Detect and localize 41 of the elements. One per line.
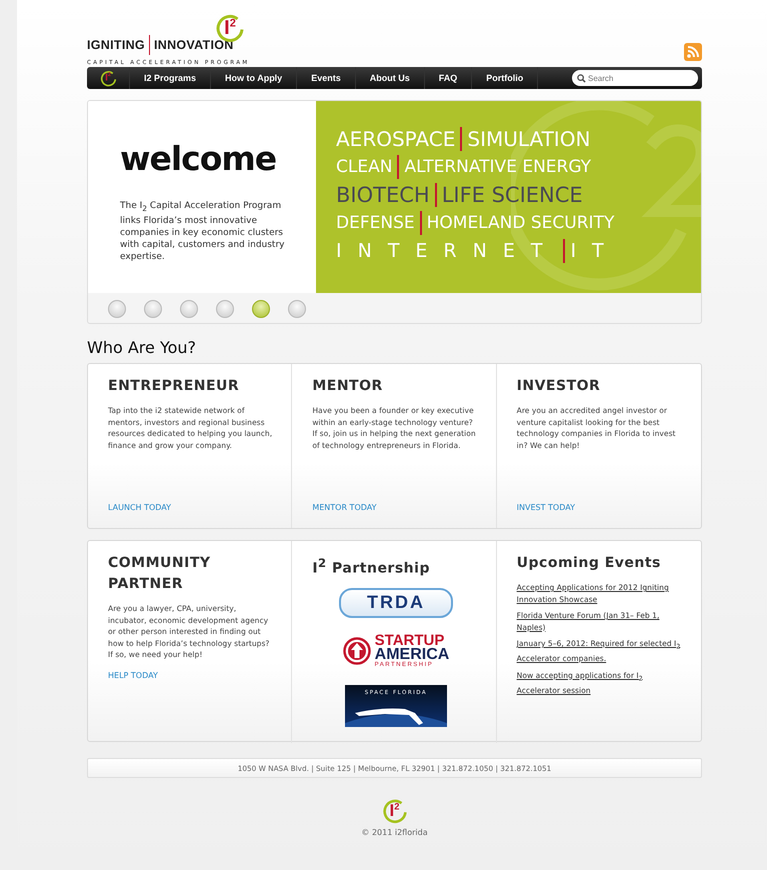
sector-text: HOMELAND SECURITY [426,213,614,233]
nav-link[interactable]: Portfolio [472,67,538,89]
slide-dot[interactable] [288,300,306,318]
slide-dot[interactable] [144,300,162,318]
sector-text: ALTERNATIVE ENERGY [404,157,592,177]
sector-text: BIOTECH [336,183,430,207]
logo-text: IGNITING [87,38,145,52]
card-link[interactable]: MENTOR TODAY [312,503,376,512]
sector-text: INTERNET [336,240,558,262]
copyright-text: © 2011 i2florida [361,828,428,837]
nav-link[interactable]: I2 Programs [130,67,212,89]
card-link[interactable]: INVEST TODAY [516,503,575,512]
card-title: Upcoming Events [516,554,661,573]
card-title: INVESTOR [516,377,600,396]
nav-link[interactable]: How to Apply [211,67,298,89]
sector-text: SIMULATION [467,127,590,151]
slide-dot[interactable] [180,300,198,318]
rss-icon[interactable] [684,43,702,61]
sector-text: LIFE SCIENCE [442,183,583,207]
slide-dot[interactable] [252,300,270,318]
section-title: Who Are You? [87,338,198,357]
nav-link[interactable]: FAQ [424,67,472,89]
slide-dot[interactable] [216,300,234,318]
card-link[interactable]: HELP TODAY [108,670,158,680]
card-link[interactable]: LAUNCH TODAY [108,503,172,512]
welcome-title: welcome [120,139,278,178]
card-title: MENTOR [312,377,383,396]
partner-logo: TRDA [338,588,453,618]
search-field[interactable]: Search [572,70,698,86]
nav-link[interactable]: About Us [356,67,425,89]
welcome-text: The I$_{2}$ Capital Acceleration Program links Florida’s most innovative companies in key economic clusters with capital, customers and industry expertise. [120,200,286,263]
sector-text: AEROSPACE [336,127,456,151]
slide-dot[interactable] [108,300,126,318]
sector-text: IT [570,240,620,262]
sector-text: CLEAN [336,157,392,177]
nav-link[interactable]: Events [297,67,356,89]
sector-text: DEFENSE [336,213,415,233]
search-icon [577,74,586,83]
card-title: I$^{2}$ Partnership [312,555,430,579]
card-title: COMMUNITY PARTNER [108,554,212,594]
card-title: ENTREPRENEUR [108,377,240,396]
